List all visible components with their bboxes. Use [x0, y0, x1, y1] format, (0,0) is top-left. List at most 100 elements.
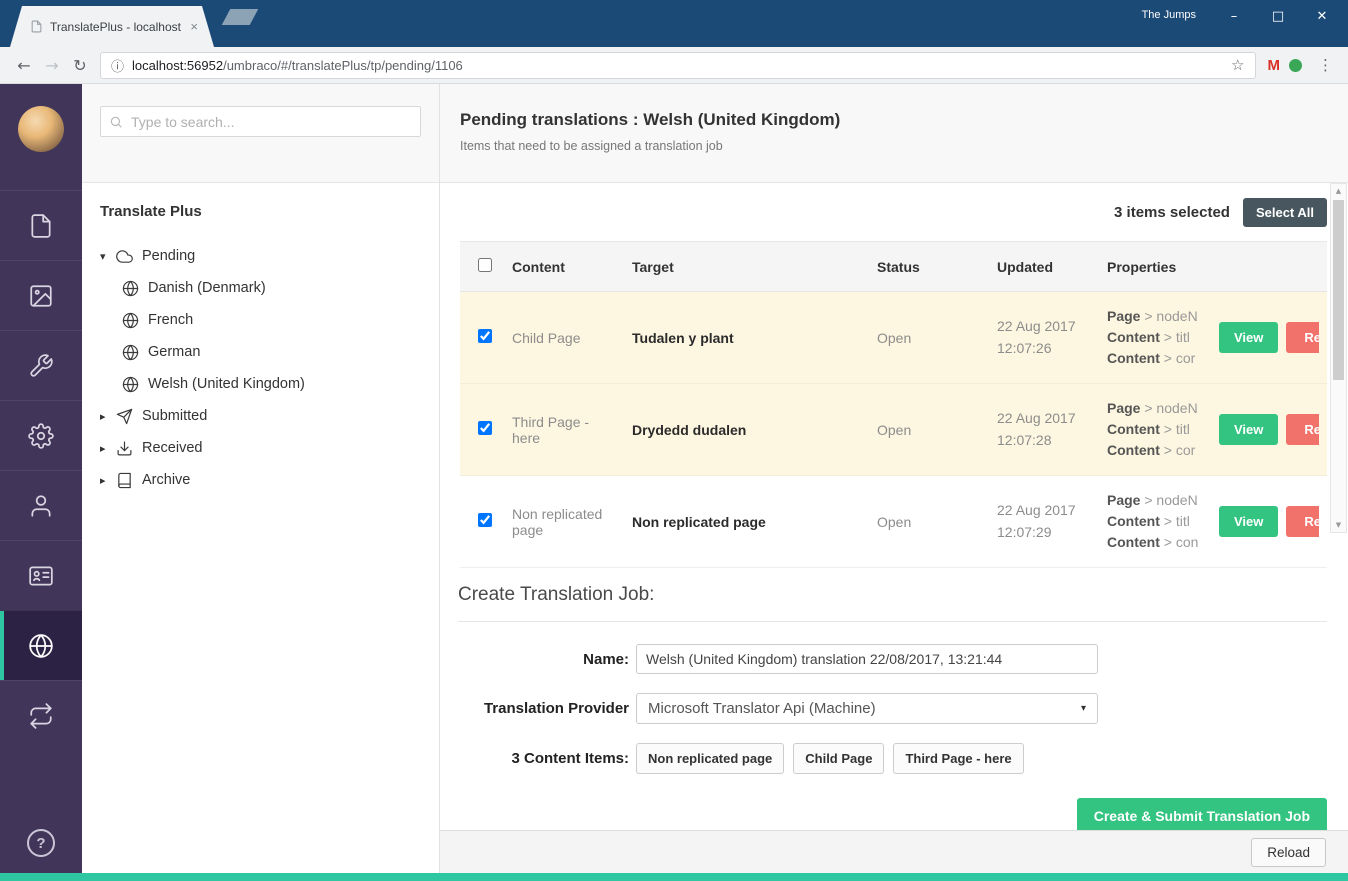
minimize-button[interactable]: –	[1212, 0, 1256, 32]
window-user-label: The Jumps	[1142, 9, 1196, 21]
tree-item-submitted[interactable]: ▸ Submitted	[100, 400, 439, 432]
section-developer[interactable]	[0, 400, 82, 470]
content-item-chip[interactable]: Non replicated page	[636, 743, 784, 774]
provider-label: Translation Provider	[458, 700, 629, 717]
content-cell: Third Page - here	[504, 384, 624, 476]
tree-item-archive[interactable]: ▸ Archive	[100, 464, 439, 496]
tree-item-welsh[interactable]: Welsh (United Kingdom)	[100, 368, 439, 400]
tree-item-received[interactable]: ▸ Received	[100, 432, 439, 464]
remove-button[interactable]: Rem	[1286, 506, 1319, 537]
content-item-chip[interactable]: Third Page - here	[893, 743, 1023, 774]
browser-toolbar: ← → ↻ ⓘ localhost:56952/umbraco/#/transl…	[0, 47, 1348, 84]
table-header-row: Content Target Status Updated Properties	[460, 242, 1327, 292]
search-input[interactable]	[100, 106, 421, 137]
green-extension-icon[interactable]	[1289, 59, 1302, 72]
section-content[interactable]	[0, 190, 82, 260]
caret-down-icon[interactable]: ▾	[100, 250, 116, 263]
content-cell: Child Page	[504, 292, 624, 384]
accent-strip	[0, 873, 1348, 881]
section-media[interactable]	[0, 260, 82, 330]
reload-icon[interactable]: ↻	[66, 56, 94, 75]
scrollbar-thumb[interactable]	[1333, 200, 1344, 380]
content-item-chip[interactable]: Child Page	[793, 743, 884, 774]
tree-item-french[interactable]: French	[100, 304, 439, 336]
close-button[interactable]: ✕	[1300, 0, 1344, 32]
help-icon[interactable]: ?	[27, 829, 55, 857]
provider-select[interactable]: Microsoft Translator Api (Machine) ▾	[636, 693, 1098, 724]
new-tab-button[interactable]	[222, 9, 259, 25]
create-submit-button[interactable]: Create & Submit Translation Job	[1077, 798, 1327, 830]
create-job-section: Create Translation Job: Name: Translatio…	[440, 568, 1348, 830]
avatar[interactable]	[18, 106, 64, 152]
view-button[interactable]: View	[1219, 414, 1278, 445]
help-wrap: ?	[0, 829, 82, 873]
gear-icon	[28, 423, 54, 449]
vertical-scrollbar[interactable]: ▲ ▼	[1330, 183, 1347, 533]
browser-tab[interactable]: TranslatePlus - localhost ×	[10, 6, 214, 47]
row-checkbox[interactable]	[478, 329, 492, 343]
maximize-button[interactable]: □	[1256, 0, 1300, 32]
tree-item-label: German	[148, 344, 200, 360]
section-forms[interactable]	[0, 680, 82, 750]
rail-items	[0, 190, 82, 750]
tree-item-danish[interactable]: Danish (Denmark)	[100, 272, 439, 304]
user-icon	[28, 493, 54, 519]
job-name-input[interactable]	[636, 644, 1098, 674]
window-controls: – □ ✕	[1212, 0, 1344, 32]
main-panel: Pending translations : Welsh (United Kin…	[440, 84, 1348, 873]
url-host: localhost:56952	[132, 58, 223, 73]
back-icon[interactable]: ←	[10, 56, 38, 75]
section-translation[interactable]	[0, 610, 82, 680]
reload-button[interactable]: Reload	[1251, 838, 1326, 867]
selected-count: 3 items selected	[1114, 204, 1230, 221]
caret-right-icon[interactable]: ▸	[100, 474, 116, 487]
footer-bar: Reload	[440, 830, 1348, 873]
caret-right-icon[interactable]: ▸	[100, 442, 116, 455]
select-all-button[interactable]: Select All	[1243, 198, 1327, 227]
tree-item-german[interactable]: German	[100, 336, 439, 368]
tree-item-pending[interactable]: ▾ Pending	[100, 240, 439, 272]
column-header: Target	[624, 242, 869, 292]
table-row: Child Page Tudalen y plant Open 22 Aug 2…	[460, 292, 1327, 384]
search-band	[82, 84, 439, 183]
column-header: Properties	[1099, 242, 1211, 292]
column-header: Content	[504, 242, 624, 292]
remove-button[interactable]: Rem	[1286, 322, 1319, 353]
url-path: /umbraco/#/translatePlus/tp/pending/1106	[223, 58, 463, 73]
url-text: localhost:56952/umbraco/#/translatePlus/…	[132, 58, 1223, 73]
caret-right-icon[interactable]: ▸	[100, 410, 116, 423]
globe-icon	[28, 633, 54, 659]
tree-item-label: French	[148, 312, 193, 328]
tab-close-icon[interactable]: ×	[190, 19, 198, 34]
tab-title: TranslatePlus - localhost	[50, 20, 183, 34]
pending-table: Content Target Status Updated Properties…	[460, 241, 1327, 568]
gmail-extension-icon[interactable]: M	[1268, 57, 1281, 74]
view-button[interactable]: View	[1219, 506, 1278, 537]
scroll-up-icon[interactable]: ▲	[1331, 184, 1346, 198]
image-icon	[28, 283, 54, 309]
wrench-icon	[28, 353, 54, 379]
document-icon	[28, 213, 54, 239]
column-header: Status	[869, 242, 989, 292]
select-all-checkbox[interactable]	[478, 258, 492, 272]
browser-menu-icon[interactable]: ⋮	[1318, 56, 1333, 74]
scroll-down-icon[interactable]: ▼	[1331, 518, 1346, 532]
tree-panel: Translate Plus ▾ Pending Danish (Denmark…	[82, 84, 440, 873]
row-checkbox[interactable]	[478, 421, 492, 435]
download-icon	[116, 440, 133, 457]
divider	[458, 621, 1327, 622]
target-cell: Drydedd dudalen	[624, 384, 869, 476]
globe-icon	[122, 280, 139, 297]
section-users[interactable]	[0, 470, 82, 540]
bookmark-star-icon[interactable]: ☆	[1231, 56, 1244, 74]
address-bar[interactable]: ⓘ localhost:56952/umbraco/#/translatePlu…	[100, 52, 1256, 79]
row-checkbox[interactable]	[478, 513, 492, 527]
page-info-icon[interactable]: ⓘ	[111, 56, 124, 75]
remove-button[interactable]: Rem	[1286, 414, 1319, 445]
view-button[interactable]: View	[1219, 322, 1278, 353]
titlebar: TranslatePlus - localhost × The Jumps – …	[0, 0, 1348, 47]
forward-icon[interactable]: →	[38, 56, 66, 75]
section-settings[interactable]	[0, 330, 82, 400]
section-members[interactable]	[0, 540, 82, 610]
search-box	[100, 106, 421, 137]
